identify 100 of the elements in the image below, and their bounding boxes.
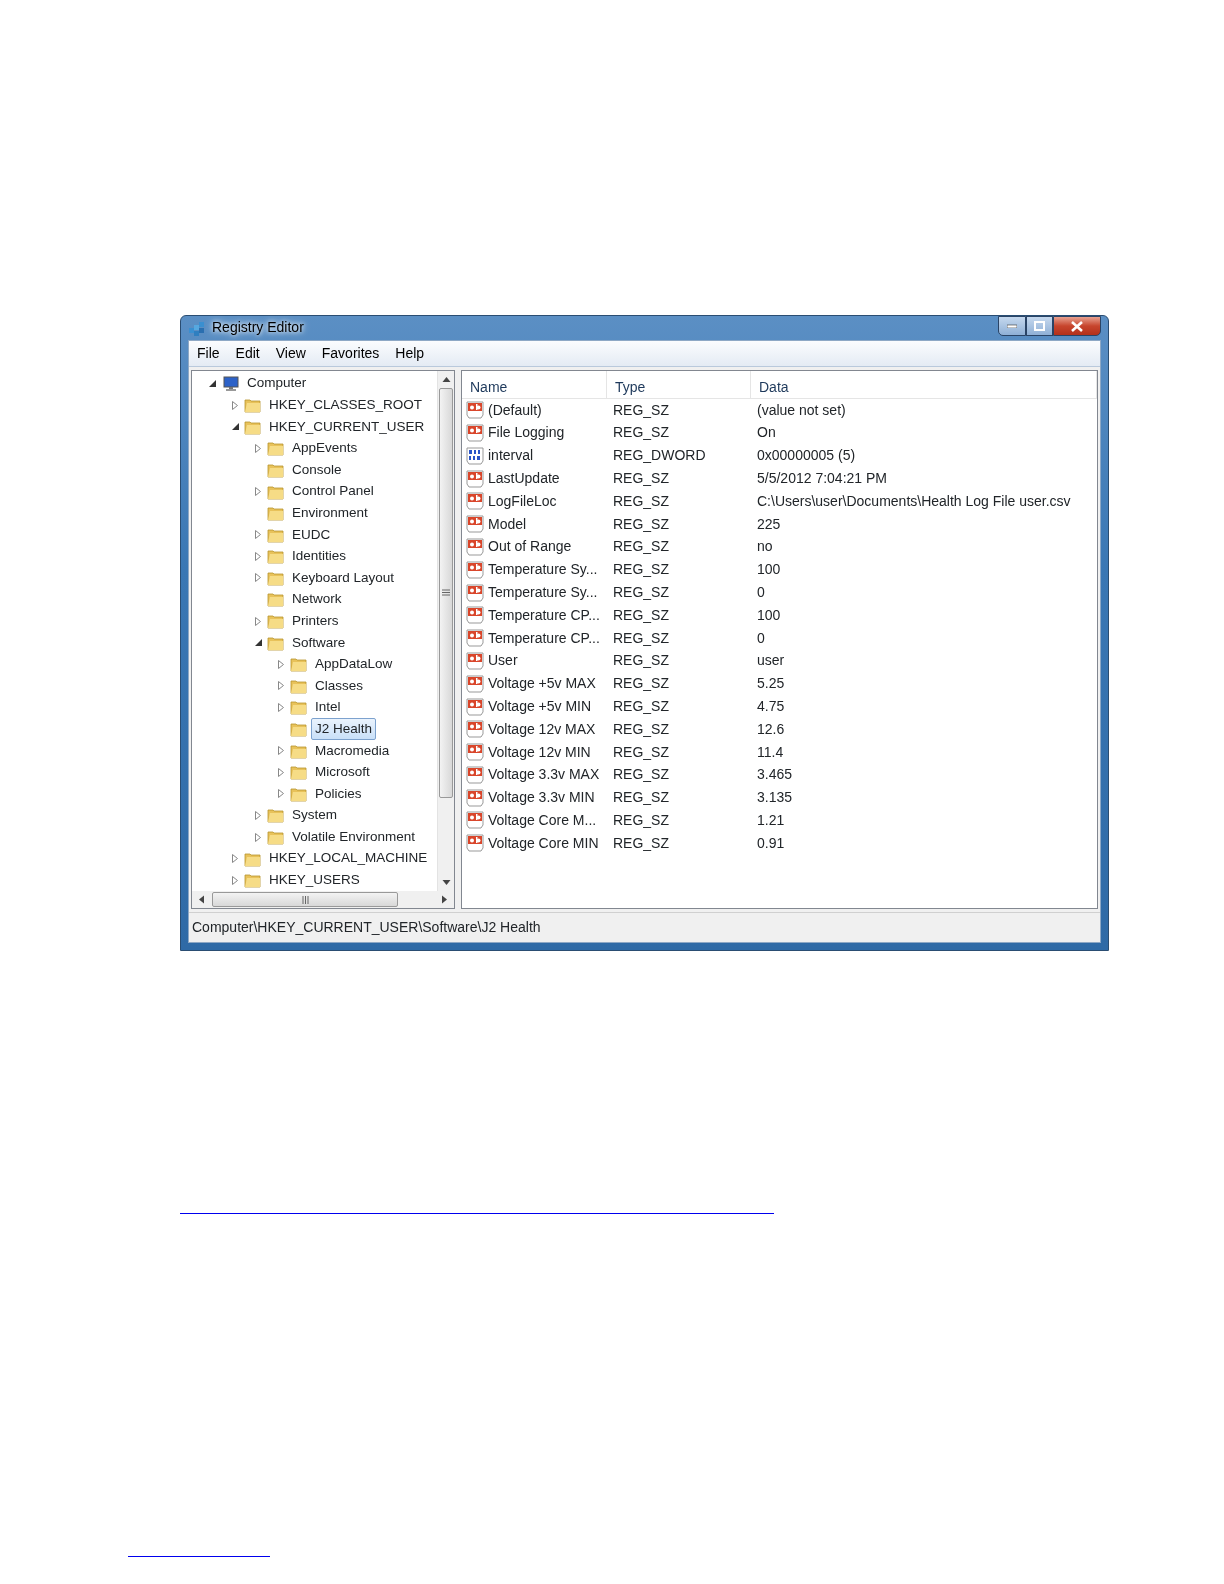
tree-item[interactable]: Microsoft [311,761,374,784]
vertical-scrollbar[interactable] [437,370,454,891]
collapsed-arrow-icon[interactable] [232,400,238,410]
table-cell-text: REG_SZ [612,400,670,420]
table-cell-text: Voltage +5v MIN [488,697,592,716]
table-cell-text: REG_SZ [612,674,670,694]
collapsed-arrow-icon[interactable] [232,875,238,885]
collapsed-arrow-icon[interactable] [255,551,261,561]
collapsed-arrow-icon[interactable] [278,746,284,756]
collapsed-arrow-icon[interactable] [278,681,284,691]
table-cell-text: LogFileLoc [488,491,557,511]
table-cell-text: 0 [756,628,766,648]
tree-item[interactable]: Identities [288,545,351,568]
menu-item[interactable]: View [267,342,314,364]
table-cell-text: 225 [756,514,782,534]
table-cell-text: REG_SZ [612,491,670,511]
minimize-button[interactable] [998,316,1026,336]
tree-item[interactable]: J2 Health [311,717,377,741]
tree-item[interactable]: System [288,804,341,827]
tree-item[interactable]: Policies [311,782,366,805]
minimize-icon [1007,324,1017,328]
collapsed-arrow-icon[interactable] [255,616,261,626]
tree-item[interactable]: Environment [288,502,372,525]
string-value-icon [466,515,485,534]
table-cell-text: no [756,537,774,557]
menu-item[interactable]: Favorites [313,342,388,364]
menu-item[interactable]: Edit [227,342,268,364]
tree-item[interactable]: HKEY_CLASSES_ROOT [265,394,427,417]
maximize-button[interactable] [1026,316,1053,336]
tree-item[interactable]: HKEY_CURRENT_USER [265,415,429,438]
table-cell-text: File Logging [488,423,565,443]
folder-icon [267,505,284,522]
menu-item[interactable]: File [189,342,228,364]
tree-item[interactable]: Printers [288,609,343,633]
string-value-icon [466,469,485,488]
expanded-arrow-icon[interactable] [254,639,262,647]
binary-value-icon [466,446,485,465]
table-cell-text: Voltage 12v MAX [488,719,596,739]
collapsed-arrow-icon[interactable] [232,854,238,864]
collapsed-arrow-icon[interactable] [255,530,261,540]
column-header[interactable]: Data [751,370,1097,398]
window-title: Registry Editor [212,318,304,338]
expanded-arrow-icon[interactable] [231,423,239,431]
collapsed-arrow-icon[interactable] [278,702,284,712]
collapsed-arrow-icon[interactable] [255,573,261,583]
folder-icon [244,397,261,414]
tree-item[interactable]: Keyboard Layout [288,566,399,589]
table-cell-text: C:\Users\user\Documents\Health Log File user.csv [756,491,1072,511]
table-cell-text: 0.91 [756,833,786,853]
tree-item[interactable]: EUDC [288,523,335,546]
table-cell-text: LastUpdate [488,469,560,489]
column-header[interactable]: Type [607,370,751,398]
expanded-arrow-icon[interactable] [208,380,216,388]
tree-item[interactable]: Control Panel [288,480,378,503]
tree-item[interactable]: Computer [243,372,311,395]
collapsed-arrow-icon[interactable] [255,832,261,842]
string-value-icon [466,560,485,579]
table-cell-text: REG_SZ [612,537,670,557]
column-header[interactable]: Name [462,370,607,398]
table-cell-text: 0 [756,583,766,602]
tree-item[interactable]: Classes [311,674,367,697]
registry-icon [188,319,206,338]
folder-icon [267,807,284,824]
collapsed-arrow-icon[interactable] [278,767,284,777]
table-cell-text: 1.21 [756,811,786,830]
string-value-icon [466,492,485,511]
tree-item[interactable]: Volatile Environment [288,825,420,849]
table-cell-text: Model [488,514,527,534]
table-cell-text: REG_SZ [612,628,670,648]
string-value-icon [466,629,485,648]
tree-item[interactable]: Intel [311,696,345,719]
tree-item[interactable]: AppDataLow [311,653,397,676]
table-cell-text: REG_SZ [612,765,670,785]
tree-item[interactable]: HKEY_LOCAL_MACHINE [265,847,432,870]
menu-item[interactable]: Help [387,342,433,364]
close-button[interactable] [1053,316,1101,336]
grip-icon [301,895,309,904]
collapsed-arrow-icon[interactable] [255,487,261,496]
collapsed-arrow-icon[interactable] [255,443,261,453]
tree-item[interactable]: Console [288,458,346,482]
table-cell-text: On [756,423,777,443]
tree-item[interactable]: Network [288,588,346,611]
string-value-icon [466,537,485,556]
table-cell-text: REG_SZ [612,697,670,716]
tree-item[interactable]: HKEY_USERS [265,869,364,891]
string-value-icon [466,401,485,420]
collapsed-arrow-icon[interactable] [278,789,284,799]
table-cell-text: 4.75 [756,697,786,716]
close-icon [1071,320,1083,332]
folder-icon [290,699,307,716]
folder-icon [267,569,284,586]
table-cell-text: Temperature Sy... [488,560,598,580]
collapsed-arrow-icon[interactable] [278,659,284,669]
table-cell-text: 5.25 [756,674,786,694]
tree-item[interactable]: Software [288,631,350,654]
folder-icon [267,526,284,543]
collapsed-arrow-icon[interactable] [255,810,261,820]
horizontal-scrollbar[interactable] [192,891,454,908]
tree-item[interactable]: AppEvents [288,437,362,460]
tree-item[interactable]: Macromedia [311,739,394,762]
